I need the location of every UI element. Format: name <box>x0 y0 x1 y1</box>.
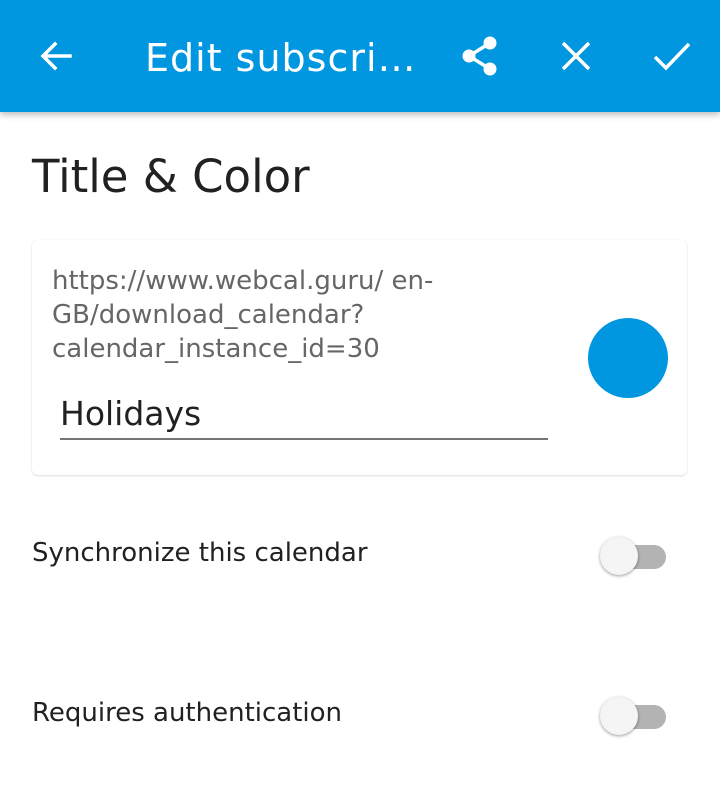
cancel-button[interactable] <box>548 28 604 84</box>
back-button[interactable] <box>28 28 84 84</box>
sync-toggle[interactable] <box>600 537 668 577</box>
close-icon <box>561 41 591 71</box>
section-title: Title & Color <box>32 150 310 203</box>
auth-toggle-thumb <box>600 697 638 735</box>
toolbar-title: Edit subscri… <box>145 36 417 80</box>
auth-label: Requires authentication <box>32 698 343 728</box>
sync-label: Synchronize this calendar <box>32 538 368 568</box>
auth-toggle[interactable] <box>600 697 668 737</box>
share-icon <box>462 36 497 76</box>
calendar-name-input[interactable] <box>60 388 548 440</box>
arrow-left-icon <box>40 41 72 71</box>
check-icon <box>653 42 691 71</box>
subscription-card: https://www.webcal.guru/ en-GB/download_… <box>32 240 687 475</box>
share-button[interactable] <box>452 28 508 84</box>
save-button[interactable] <box>644 28 700 84</box>
sync-toggle-thumb <box>600 537 638 575</box>
calendar-color-picker[interactable] <box>588 318 668 398</box>
app-bar: Edit subscri… <box>0 0 720 112</box>
subscription-url: https://www.webcal.guru/ en-GB/download_… <box>52 266 434 364</box>
